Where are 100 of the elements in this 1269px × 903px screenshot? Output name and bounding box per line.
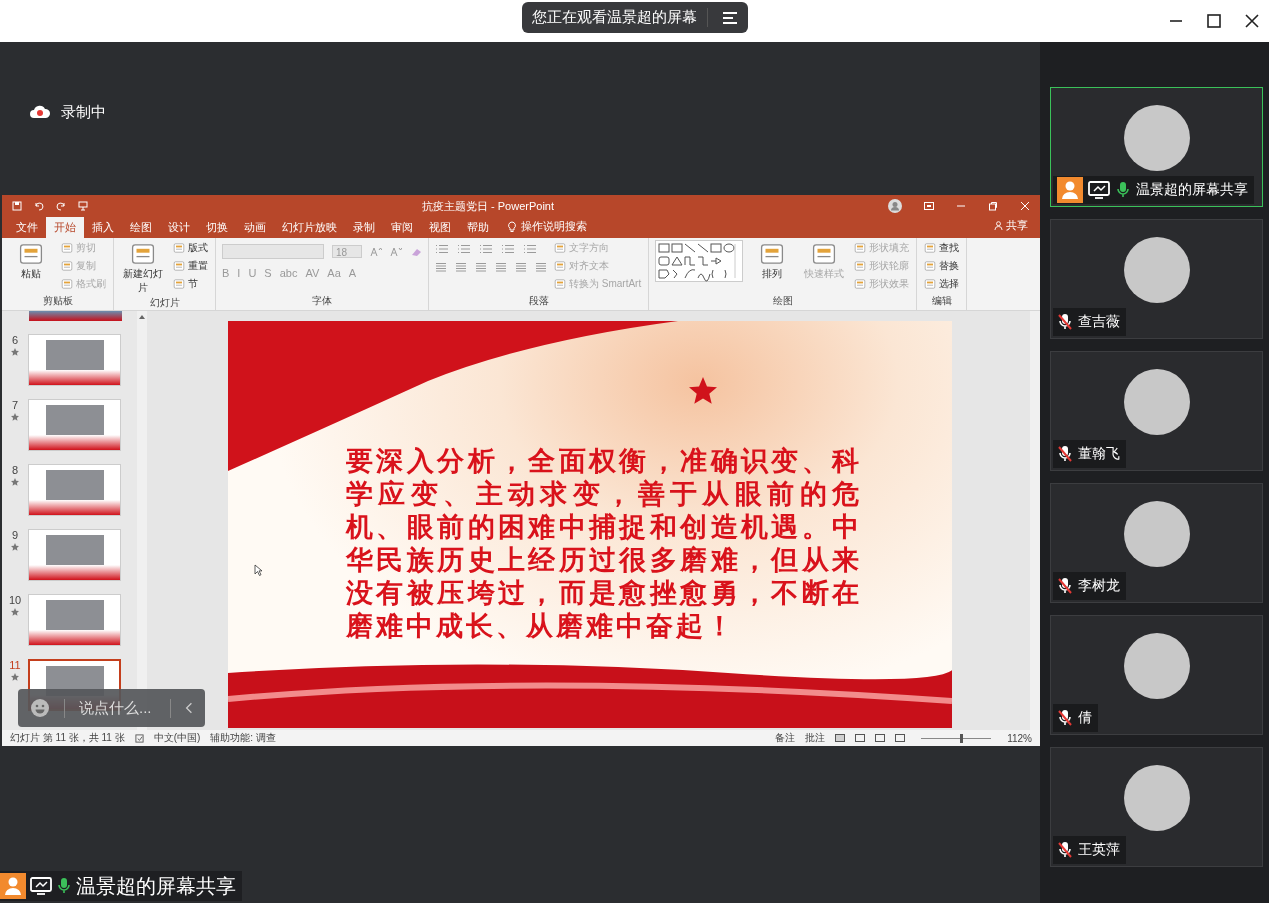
participant-name: 倩: [1078, 709, 1092, 727]
ribbon-tab[interactable]: 开始: [46, 217, 84, 238]
comments-button[interactable]: 批注: [805, 731, 826, 745]
ribbon-button[interactable]: 节: [172, 276, 209, 292]
view-icon[interactable]: [875, 734, 886, 742]
format-button[interactable]: S: [264, 267, 272, 279]
tool-icon: [854, 242, 867, 254]
tool-icon: [61, 242, 73, 254]
tool-icon: [130, 241, 156, 267]
maximize-icon[interactable]: [1207, 14, 1221, 28]
list-icon[interactable]: [457, 244, 471, 254]
star-icon: [11, 608, 19, 616]
align-icon[interactable]: [515, 262, 527, 272]
participant-name: 查吉薇: [1078, 313, 1120, 331]
ribbon-tab[interactable]: 设计: [160, 217, 198, 238]
tool-icon: [854, 278, 867, 290]
ribbon-display-icon[interactable]: [924, 202, 934, 210]
shrink-font-icon[interactable]: [390, 246, 402, 257]
align-icon[interactable]: [495, 262, 507, 272]
ribbon-button[interactable]: 排列: [749, 240, 796, 282]
format-button[interactable]: I: [237, 267, 241, 279]
view-icon[interactable]: [835, 734, 846, 742]
align-icon[interactable]: [455, 262, 467, 272]
group-label: 编辑: [930, 294, 953, 308]
tool-icon: [554, 278, 566, 290]
ribbon-tab[interactable]: 绘图: [122, 217, 160, 238]
shapes-gallery-drawing[interactable]: [655, 240, 744, 282]
tool-icon: [61, 260, 73, 272]
chevron-left-icon[interactable]: [185, 702, 193, 714]
avatar-icon[interactable]: [888, 199, 902, 213]
view-icon[interactable]: [895, 734, 906, 742]
mic-icon: [56, 877, 72, 895]
view-icon[interactable]: [855, 734, 866, 742]
presentation-icon[interactable]: [78, 201, 88, 211]
align-icon[interactable]: [475, 262, 487, 272]
participant-tile[interactable]: 李树龙: [1050, 483, 1263, 603]
list-icon[interactable]: [435, 244, 449, 254]
ribbon-button[interactable]: 查找: [923, 240, 961, 256]
accessibility-text[interactable]: 辅助功能: 调查: [210, 731, 276, 745]
ribbon-tab[interactable]: 帮助: [459, 217, 497, 238]
grow-font-icon[interactable]: [370, 246, 382, 257]
participant-tile[interactable]: 查吉薇: [1050, 219, 1263, 339]
close-icon[interactable]: [1245, 14, 1259, 28]
tool-icon: [924, 260, 937, 272]
align-icon[interactable]: [535, 262, 547, 272]
photo-placeholder: [45, 340, 104, 370]
share-button[interactable]: 共享: [994, 218, 1040, 238]
slide-count-text: 幻灯片 第 11 张，共 11 张: [10, 731, 125, 745]
ribbon-tab[interactable]: 幻灯片放映: [274, 217, 345, 238]
align-icon[interactable]: [435, 262, 447, 272]
ribbon-button[interactable]: 选择: [923, 276, 961, 292]
ribbon-button[interactable]: 版式: [172, 240, 209, 256]
slide-thumbnail[interactable]: [29, 311, 122, 321]
participant-tile[interactable]: 温景超的屏幕共享: [1050, 87, 1263, 207]
format-button[interactable]: U: [248, 267, 257, 279]
tool-icon: [811, 241, 838, 267]
slide-number: 9: [11, 529, 19, 541]
restore-icon[interactable]: [988, 201, 998, 211]
participant-tile[interactable]: 董翰飞: [1050, 351, 1263, 471]
scroll-up-icon[interactable]: [138, 314, 146, 320]
undo-icon[interactable]: [34, 201, 44, 211]
tool-icon: [924, 242, 937, 254]
language-text[interactable]: 中文(中国): [153, 731, 201, 745]
redo-icon[interactable]: [56, 201, 66, 211]
ribbon-tab[interactable]: 动画: [236, 217, 274, 238]
participant-tile[interactable]: 倩: [1050, 615, 1263, 735]
screen-share-icon: [30, 877, 52, 895]
ribbon-tab[interactable]: 切换: [198, 217, 236, 238]
notes-button[interactable]: 备注: [775, 731, 796, 745]
tool-icon: [173, 242, 185, 254]
ribbon-tab[interactable]: 文件: [8, 217, 46, 238]
ribbon-tab[interactable]: 视图: [421, 217, 459, 238]
tool-icon: [173, 260, 185, 272]
tool-icon: [18, 241, 44, 267]
ribbon-tab[interactable]: 插入: [84, 217, 122, 238]
person-icon: [994, 221, 1003, 230]
star-icon: [11, 478, 19, 486]
font-name-field[interactable]: [222, 244, 324, 259]
star-icon: [11, 413, 19, 421]
tool-icon: [924, 278, 937, 290]
participant-tile[interactable]: 王英萍: [1050, 747, 1263, 867]
ribbon-button[interactable]: 替换: [923, 258, 961, 274]
ribbon-button[interactable]: 新建幻灯片: [120, 240, 166, 296]
tool-icon: [759, 241, 786, 267]
list-icon[interactable]: [479, 244, 493, 254]
group-label: 幻灯片: [148, 296, 181, 310]
chat-input[interactable]: 说点什么...: [18, 689, 205, 727]
list-icon[interactable]: [523, 244, 537, 254]
tool-icon: [173, 278, 185, 290]
spellcheck-icon[interactable]: [134, 733, 144, 743]
photo-placeholder: [45, 470, 104, 500]
menu-icon[interactable]: [721, 10, 738, 25]
search-field[interactable]: 操作说明搜索: [521, 219, 587, 238]
ribbon-tab[interactable]: 录制: [345, 217, 383, 238]
ribbon-button[interactable]: 重置: [172, 258, 209, 274]
ribbon-tab[interactable]: 审阅: [383, 217, 421, 238]
save-icon[interactable]: [12, 201, 22, 211]
ribbon-button[interactable]: 粘贴: [8, 240, 54, 282]
list-icon[interactable]: [501, 244, 515, 254]
smiley-icon[interactable]: [30, 698, 50, 718]
